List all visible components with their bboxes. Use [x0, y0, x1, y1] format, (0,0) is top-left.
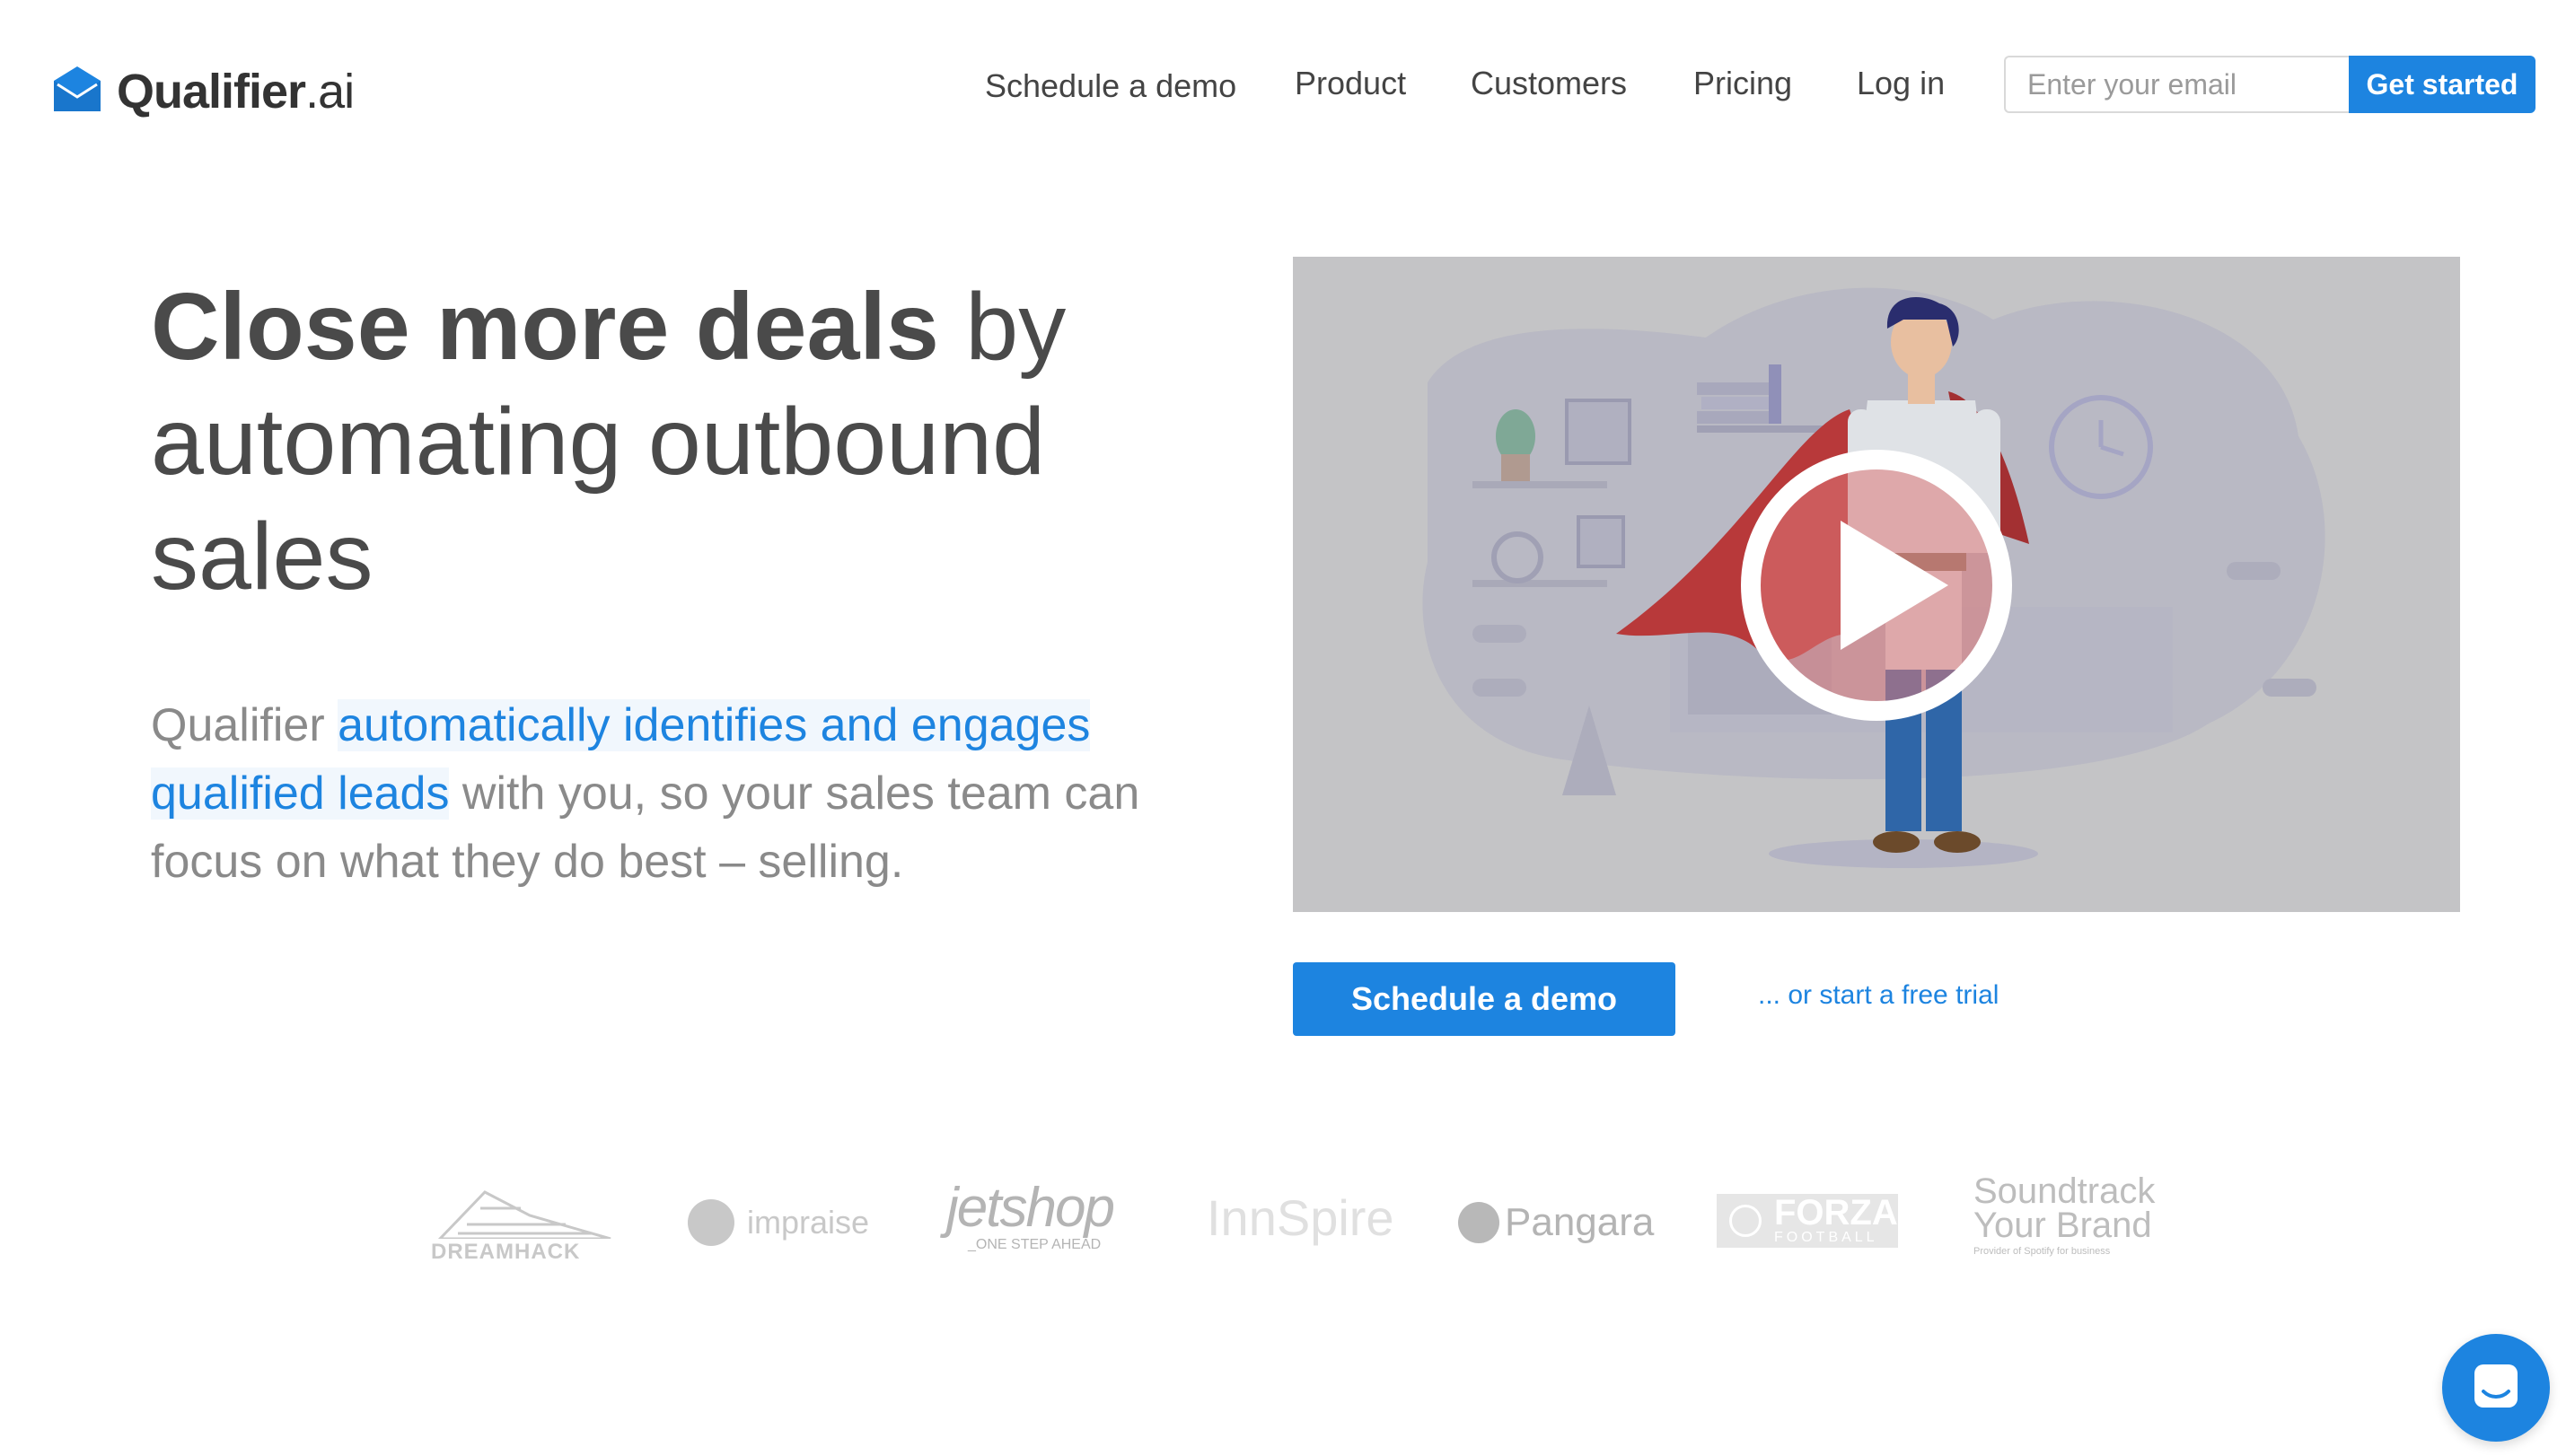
- dreamhack-mark-icon: [436, 1190, 611, 1241]
- impraise-logo: impraise: [688, 1196, 869, 1250]
- nav-schedule-demo[interactable]: Schedule a demo: [985, 63, 1236, 110]
- nav-product[interactable]: Product: [1295, 65, 1406, 102]
- customer-logos: DREAMHACK impraise jetshop _ONE STEP AHE…: [0, 1167, 2575, 1302]
- hero-headline: Close more deals by automating outbound …: [151, 274, 1067, 610]
- football-icon: [1729, 1205, 1762, 1237]
- brand-logo[interactable]: Qualifier.ai: [50, 59, 355, 124]
- site-header: Qualifier.ai Schedule a demo Product Cus…: [0, 0, 2575, 171]
- chat-launcher-button[interactable]: [2442, 1334, 2550, 1442]
- nav-pricing[interactable]: Pricing: [1693, 65, 1792, 102]
- pangara-mark-icon: [1458, 1202, 1499, 1243]
- email-input[interactable]: [2004, 56, 2349, 113]
- innspire-logo: InnSpire: [1207, 1189, 1394, 1246]
- nav-login[interactable]: Log in: [1857, 65, 1945, 102]
- nav-customers[interactable]: Customers: [1471, 65, 1627, 102]
- hero-subtext: Qualifier automatically identifies and e…: [151, 699, 1140, 888]
- pangara-logo: Pangara: [1458, 1196, 1654, 1250]
- play-icon[interactable]: [1740, 449, 2013, 722]
- free-trial-link[interactable]: ... or start a free trial: [1758, 980, 1999, 1011]
- impraise-mark-icon: [688, 1199, 734, 1246]
- jetshop-logo: jetshop _ONE STEP AHEAD: [946, 1177, 1115, 1253]
- schedule-demo-button[interactable]: Schedule a demo: [1293, 962, 1675, 1036]
- envelope-icon: [54, 66, 101, 111]
- forza-football-logo: FORZA FOOTBALL: [1717, 1194, 1898, 1248]
- soundtrack-logo: Soundtrack Your Brand Provider of Spotif…: [1973, 1171, 2156, 1257]
- brand-name: Qualifier.ai: [117, 65, 355, 118]
- get-started-button[interactable]: Get started: [2349, 56, 2535, 113]
- chat-icon: [2474, 1364, 2518, 1408]
- dreamhack-logo: DREAMHACK: [431, 1188, 614, 1264]
